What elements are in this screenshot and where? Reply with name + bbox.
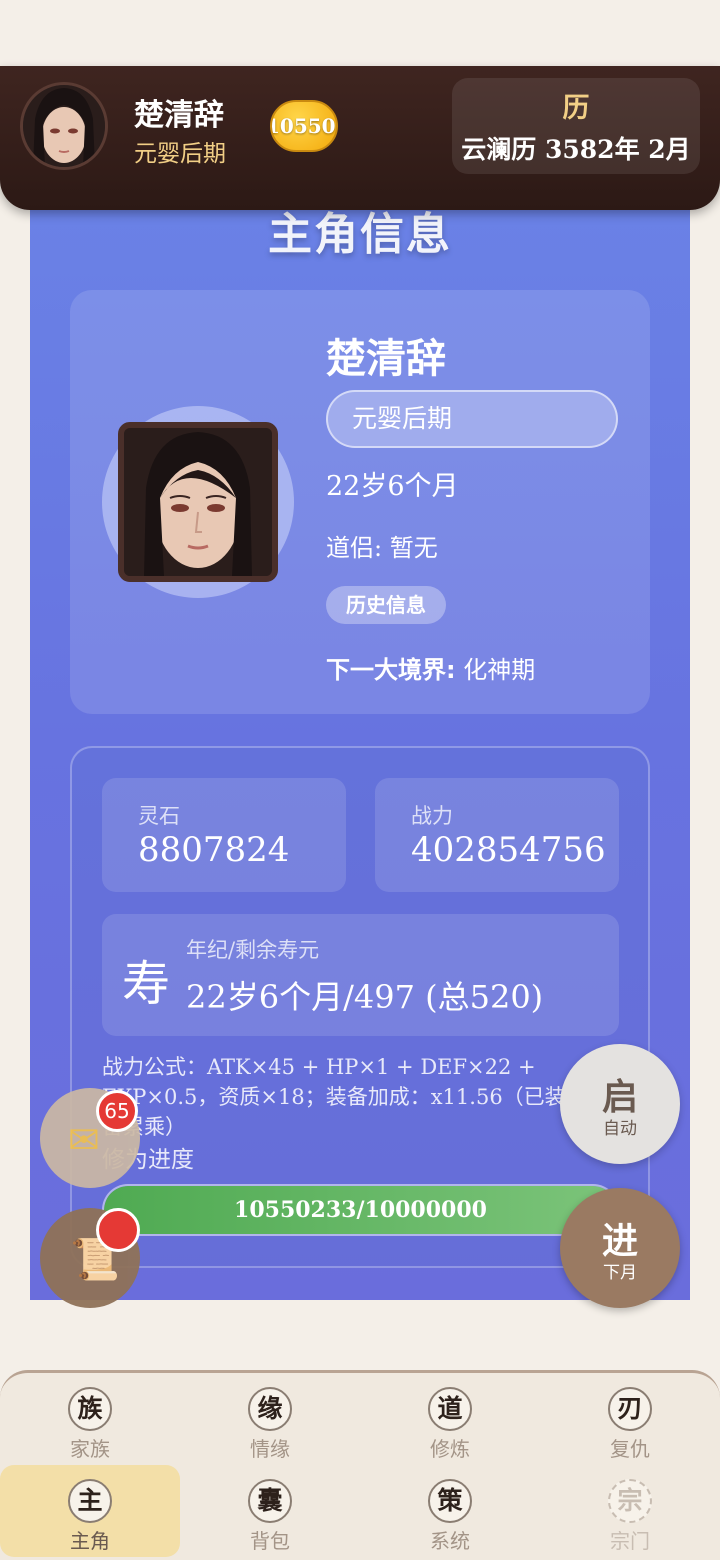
exp-badge: 10550233/10000000: [270, 100, 338, 152]
top-header: 楚清辞 元婴后期 10550233/10000000 历 云澜历 3582年 2…: [0, 66, 720, 210]
lifespan-value: 22岁6个月/497 (总520): [186, 978, 544, 1016]
notification-dot: [96, 1208, 140, 1252]
partner-value: 暂无: [389, 534, 438, 562]
lifespan-label: 年纪/剩余寿元: [186, 938, 320, 962]
next-month-label: 下月: [603, 1263, 637, 1283]
calendar-title: 历: [562, 93, 590, 124]
nav-backpack-icon: 囊: [248, 1479, 292, 1523]
calendar-box: 历 云澜历 3582年 2月: [452, 78, 700, 174]
nav-item-cultivation[interactable]: 道 修炼: [360, 1373, 540, 1465]
spirit-stones-box: 灵石 8807824: [102, 778, 346, 892]
nav-family-icon: 族: [68, 1387, 112, 1431]
nav-item-backpack[interactable]: 囊 背包: [180, 1465, 360, 1557]
nav-item-system[interactable]: 策 系统: [360, 1465, 540, 1557]
character-age: 22岁6个月: [326, 471, 459, 502]
nav-item-protagonist[interactable]: 主 主角: [0, 1465, 180, 1557]
spirit-stones-value: 8807824: [138, 830, 290, 870]
next-month-glyph: 进: [601, 1220, 638, 1262]
nav-revenge-icon: 刃: [608, 1387, 652, 1431]
next-realm-row: 下一大境界: 化神期: [326, 650, 535, 685]
nav-romance-icon: 缘: [248, 1387, 292, 1431]
portrait-image: [124, 428, 272, 576]
character-name: 楚清辞: [326, 335, 446, 382]
avatar-image: [23, 85, 105, 167]
nav-system-icon: 策: [428, 1479, 472, 1523]
next-realm-label: 下一大境界:: [326, 656, 456, 684]
header-realm: 元婴后期: [134, 141, 226, 167]
spirit-stones-label: 灵石: [138, 804, 180, 828]
auto-play-button[interactable]: 启 自动: [560, 1044, 680, 1164]
nav-family-label: 家族: [70, 1437, 110, 1461]
next-month-button[interactable]: 进 下月: [560, 1188, 680, 1308]
nav-romance-label: 情缘: [250, 1437, 290, 1461]
nav-protagonist-label: 主角: [70, 1529, 110, 1553]
nav-item-sect[interactable]: 宗 宗门: [540, 1465, 720, 1557]
stats-card: 灵石 8807824 战力 402854756 寿 年纪/剩余寿元 22岁6个月…: [70, 746, 650, 1268]
header-character-name: 楚清辞: [134, 98, 224, 133]
header-avatar[interactable]: [20, 82, 108, 170]
nav-item-romance[interactable]: 缘 情缘: [180, 1373, 360, 1465]
character-portrait[interactable]: [118, 422, 278, 582]
nav-revenge-label: 复仇: [610, 1437, 650, 1461]
history-info-button[interactable]: 历史信息: [326, 586, 446, 624]
mail-count-badge: 65: [96, 1090, 138, 1132]
envelope-icon: ✉: [68, 1118, 100, 1162]
combat-formula-text: 战力公式：ATK×45 + HP×1 + DEF×22 + EXP×0.5，资质…: [102, 1055, 566, 1139]
nav-item-revenge[interactable]: 刃 复仇: [540, 1373, 720, 1465]
partner-label: 道侣:: [326, 534, 383, 562]
nav-protagonist-icon: 主: [68, 1479, 112, 1523]
nav-sect-icon: 宗: [608, 1479, 652, 1523]
auto-play-glyph: 启: [601, 1076, 638, 1118]
bottom-navigation: 族 家族 缘 情缘 道 修炼 刃 复仇 主 主角 囊 背包 策 系统 宗 宗门: [0, 1370, 720, 1560]
profile-card: 楚清辞 元婴后期 22岁6个月 道侣: 暂无 历史信息 下一大境界: 化神期: [70, 290, 650, 714]
realm-badge: 元婴后期: [326, 390, 618, 448]
exp-badge-text: 10550233/10000000: [270, 114, 336, 138]
combat-power-box: 战力 402854756: [375, 778, 619, 892]
calendar-date: 云澜历 3582年 2月: [461, 135, 691, 164]
nav-item-family[interactable]: 族 家族: [0, 1373, 180, 1465]
combat-power-label: 战力: [411, 804, 453, 828]
combat-power-value: 402854756: [411, 830, 606, 870]
next-realm-value: 化神期: [463, 656, 536, 684]
nav-sect-label: 宗门: [610, 1529, 650, 1553]
nav-cultivation-icon: 道: [428, 1387, 472, 1431]
auto-play-label: 自动: [603, 1119, 637, 1139]
cultivation-progress-text: 10550233/10000000: [234, 1197, 487, 1223]
cultivation-progress-bar: 10550233/10000000: [102, 1184, 619, 1236]
nav-cultivation-label: 修炼: [430, 1437, 470, 1461]
nav-system-label: 系统: [430, 1529, 470, 1553]
lifespan-icon: 寿: [122, 956, 171, 1012]
partner-row: 道侣: 暂无: [326, 528, 438, 563]
nav-backpack-label: 背包: [250, 1529, 290, 1553]
lifespan-box: 寿 年纪/剩余寿元 22岁6个月/497 (总520): [102, 914, 619, 1036]
